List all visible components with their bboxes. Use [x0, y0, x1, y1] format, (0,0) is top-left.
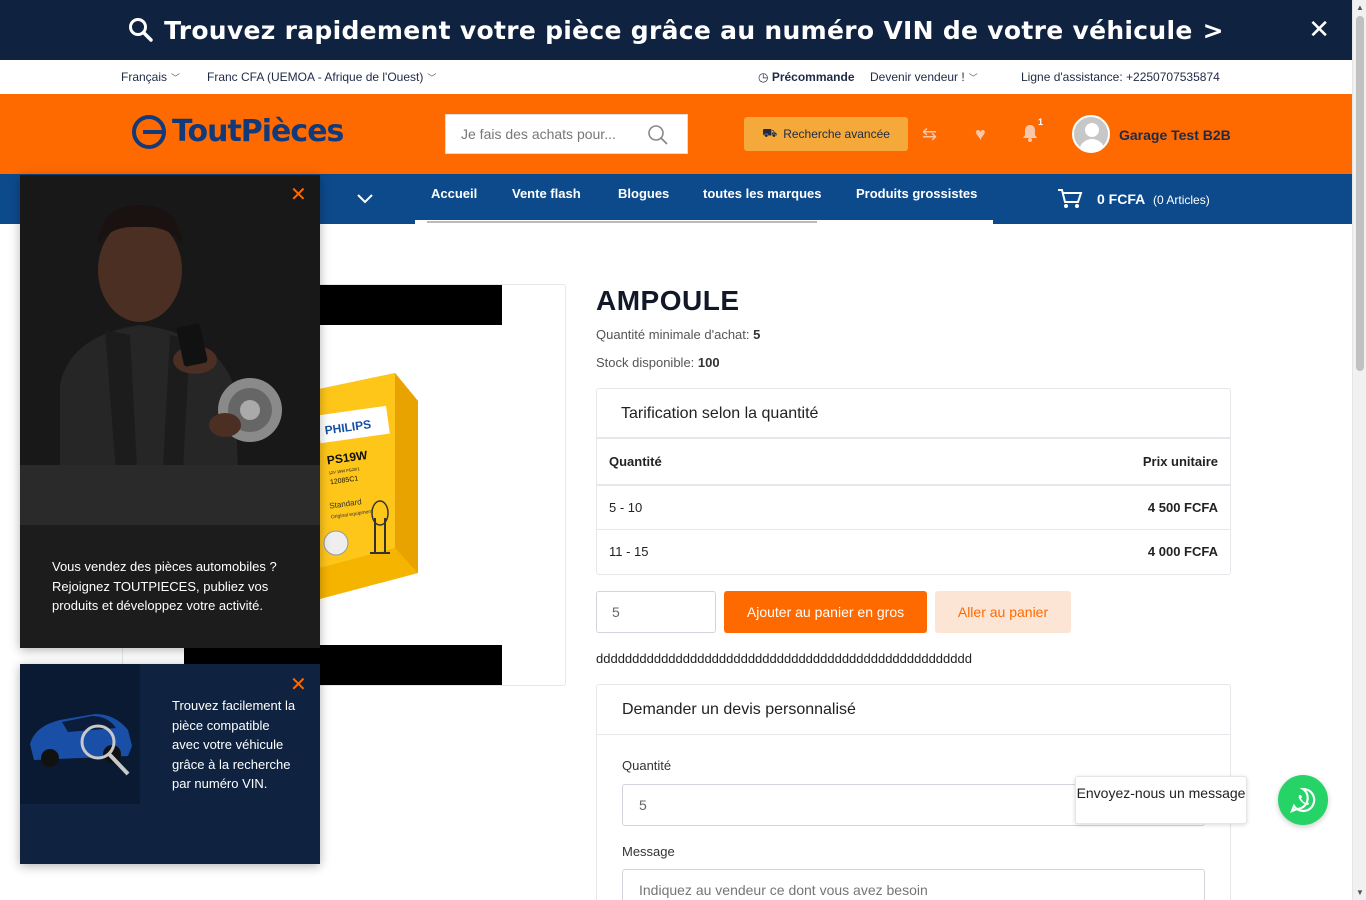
table-row: 11 - 15 4 000 FCFA — [597, 530, 1230, 574]
advanced-search-label: Recherche avancée — [783, 127, 890, 141]
logo-mark-icon — [132, 114, 166, 149]
min-qty-label: Quantité minimale d'achat: — [596, 327, 750, 342]
nav-item-grossistes[interactable]: Produits grossistes — [856, 186, 977, 201]
chevron-down-icon: ﹀ — [968, 73, 978, 83]
banner-close-icon[interactable]: ✕ — [1308, 16, 1330, 42]
preorder-link[interactable]: ◷ Précommande — [758, 70, 855, 84]
quote-qty-label: Quantité — [622, 758, 672, 773]
page-scrollbar[interactable]: ▲ ▼ — [1352, 0, 1366, 900]
close-icon[interactable]: ✕ — [290, 675, 307, 695]
cart-summary[interactable]: 0 FCFA (0 Articles) — [1057, 188, 1210, 210]
col-unit-price: Prix unitaire — [873, 439, 1230, 486]
seller-promo-popup[interactable]: ✕ Vous vendez des pièces automobiles ? R… — [20, 175, 320, 648]
notification-count: 1 — [1038, 117, 1044, 127]
vin-banner-text: Trouvez rapidement votre pièce grâce au … — [164, 15, 1193, 45]
quantity-input[interactable] — [596, 591, 716, 633]
dropdown-strip — [415, 220, 993, 224]
pricing-card: Tarification selon la quantité Quantité … — [596, 388, 1231, 575]
hotline: Ligne d'assistance: +2250707535874 — [1021, 70, 1220, 84]
table-row: 5 - 10 4 500 FCFA — [597, 485, 1230, 530]
pricing-table: Quantité Prix unitaire 5 - 10 4 500 FCFA… — [597, 439, 1230, 574]
quote-title: Demander un devis personnalisé — [597, 685, 1230, 735]
language-select[interactable]: Français ﹀ — [121, 70, 180, 84]
stock-label: Stock disponible: — [596, 355, 695, 370]
close-icon[interactable]: ✕ — [290, 185, 307, 205]
search-icon[interactable] — [647, 124, 669, 146]
clock-icon: ◷ — [758, 70, 772, 84]
nav-item-marques[interactable]: toutes les marques — [703, 186, 822, 201]
advanced-search-button[interactable]: ⛟ Recherche avancée — [744, 117, 908, 151]
go-to-cart-button[interactable]: Aller au panier — [935, 591, 1071, 633]
language-label: Français — [121, 70, 168, 84]
vin-promo-text: Trouvez facilement la pièce compatible a… — [172, 698, 296, 791]
vin-banner-link[interactable]: Trouvez rapidement votre pièce grâce au … — [128, 16, 1224, 45]
tier-qty: 11 - 15 — [609, 544, 649, 560]
currency-select[interactable]: Franc CFA (UEMOA - Afrique de l'Ouest) ﹀ — [207, 70, 436, 84]
chevron-down-icon: ﹀ — [427, 73, 437, 83]
quote-message-input[interactable] — [622, 869, 1205, 900]
chevron-right-icon: > — [1202, 15, 1224, 45]
heart-icon[interactable]: ♥ — [975, 124, 986, 145]
scroll-up-icon[interactable]: ▲ — [1356, 3, 1364, 12]
mechanic-photo — [20, 175, 320, 525]
become-seller-link[interactable]: Devenir vendeur ! ﹀ — [870, 70, 978, 84]
product-description: dddddddddddddddddddddddddddddddddddddddd… — [596, 651, 972, 666]
bell-icon[interactable] — [1022, 124, 1038, 147]
cart-count: (0 Articles) — [1153, 193, 1210, 207]
preorder-label: Précommande — [771, 70, 855, 84]
stock-line: Stock disponible: 100 — [596, 355, 720, 370]
min-qty-line: Quantité minimale d'achat: 5 — [596, 327, 760, 342]
tier-qty: 5 - 10 — [597, 485, 874, 530]
vin-promo-popup[interactable]: ✕ Trouvez facilement la pièce compatible… — [20, 664, 320, 864]
seller-promo-text: Vous vendez des pièces automobiles ? Rej… — [52, 559, 277, 613]
whatsapp-message-bubble[interactable]: Envoyez-nous un message — [1075, 776, 1247, 824]
min-qty-value: 5 — [753, 327, 761, 342]
compare-icon[interactable]: ⇆ — [922, 124, 937, 145]
whatsapp-button[interactable] — [1278, 775, 1328, 825]
chevron-down-icon: ﹀ — [171, 73, 181, 83]
tier-price: 4 500 FCFA — [873, 485, 1230, 530]
whatsapp-icon — [1290, 787, 1316, 813]
cart-total: 0 FCFA — [1097, 191, 1146, 207]
cart-icon — [1058, 189, 1083, 208]
currency-label: Franc CFA (UEMOA - Afrique de l'Ouest) — [207, 70, 424, 84]
car-magnifier-image — [20, 664, 140, 804]
user-name[interactable]: Garage Test B2B — [1119, 127, 1231, 143]
nav-item-vente-flash[interactable]: Vente flash — [512, 186, 581, 201]
nav-item-accueil[interactable]: Accueil — [431, 186, 477, 201]
search-box — [445, 114, 688, 154]
quote-message-label: Message — [622, 844, 675, 859]
vin-banner[interactable]: Trouvez rapidement votre pièce grâce au … — [0, 0, 1352, 60]
add-bulk-to-cart-button[interactable]: Ajouter au panier en gros — [724, 591, 927, 633]
col-quantity: Quantité — [597, 439, 874, 486]
logo-text: ToutPièces — [172, 114, 344, 149]
product-title: AMPOULE — [596, 285, 740, 316]
tier-price: 4 000 FCFA — [1147, 544, 1218, 560]
car-icon: ⛟ — [762, 126, 778, 140]
scroll-down-icon[interactable]: ▼ — [1356, 888, 1364, 897]
nav-item-blogues[interactable]: Blogues — [618, 186, 669, 201]
pricing-title: Tarification selon la quantité — [597, 389, 1230, 439]
avatar[interactable] — [1072, 115, 1110, 153]
chevron-down-icon[interactable] — [356, 188, 374, 208]
stock-value: 100 — [697, 355, 720, 370]
scrollbar-thumb[interactable] — [1356, 16, 1364, 371]
search-icon — [129, 18, 153, 42]
search-input[interactable] — [461, 126, 641, 142]
utility-bar: Français ﹀ Franc CFA (UEMOA - Afrique de … — [0, 60, 1352, 94]
become-seller-label: Devenir vendeur ! — [870, 70, 965, 84]
site-logo[interactable]: ToutPièces — [132, 114, 344, 149]
